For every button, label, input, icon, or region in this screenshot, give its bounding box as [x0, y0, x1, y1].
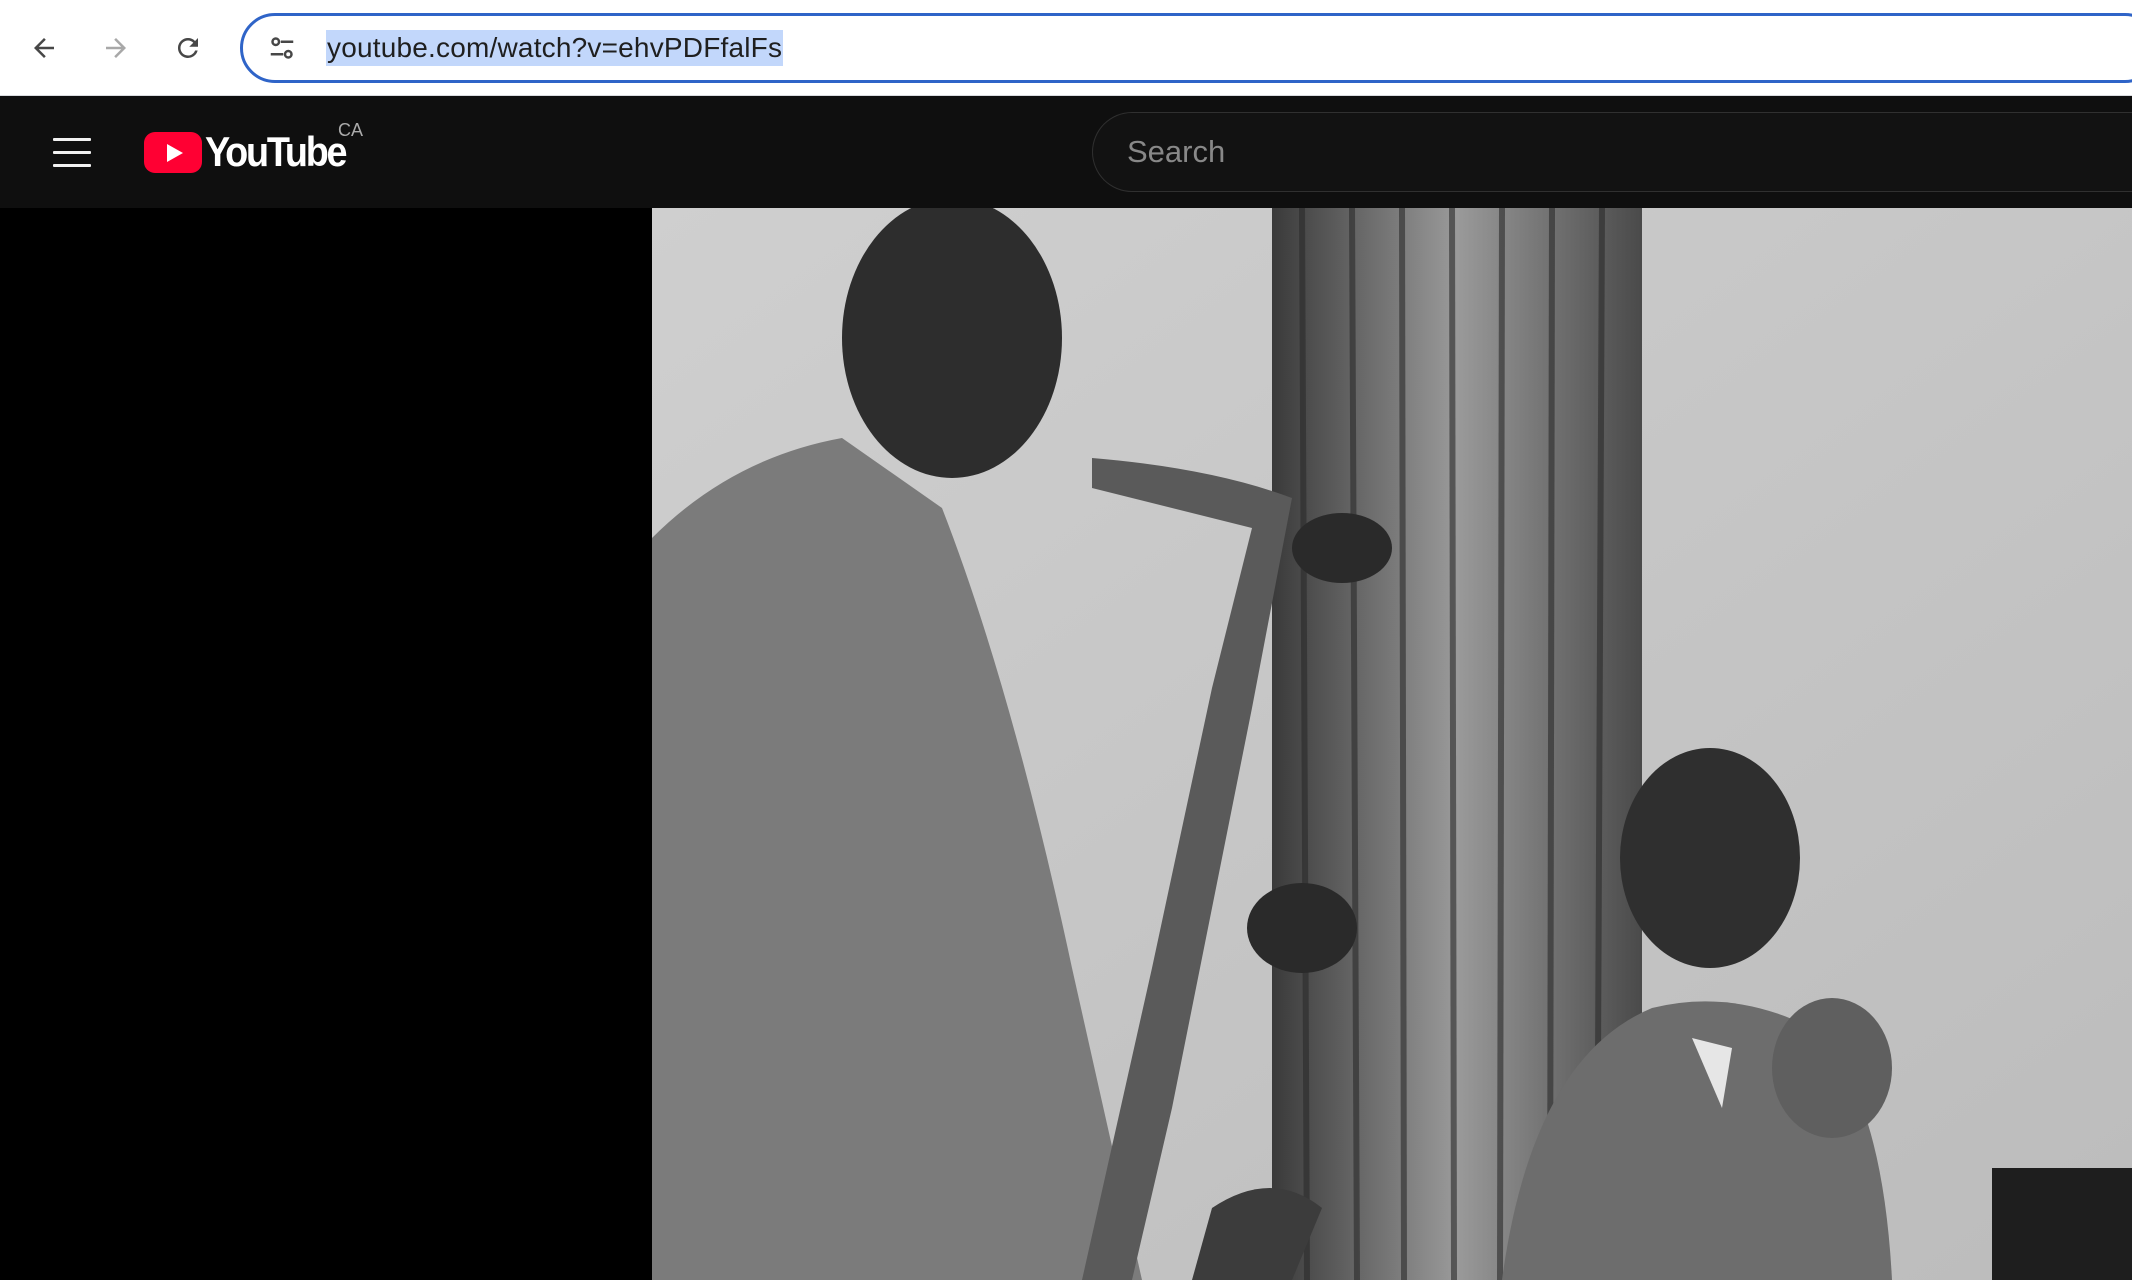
country-code: CA: [338, 120, 364, 140]
forward-button[interactable]: [92, 24, 140, 72]
video-player[interactable]: [0, 208, 2132, 1280]
reload-icon: [177, 37, 198, 58]
reload-button[interactable]: [164, 24, 212, 72]
hamburger-menu-icon[interactable]: [40, 122, 104, 182]
site-info-button[interactable]: [252, 18, 312, 78]
browser-toolbar: youtube.com/watch?v=ehvPDFfalFs: [0, 0, 2132, 96]
youtube-logo[interactable]: YouTube: [144, 126, 361, 178]
video-frame[interactable]: [652, 208, 2132, 1280]
menu-line: [53, 163, 91, 167]
youtube-masthead: YouTube CA: [0, 96, 2132, 208]
search-input[interactable]: [1127, 127, 2027, 177]
address-bar[interactable]: youtube.com/watch?v=ehvPDFfalFs: [240, 13, 2132, 83]
arrow-right-icon: [106, 38, 126, 58]
menu-line: [53, 150, 91, 154]
video-still-image: [652, 208, 2132, 1280]
menu-line: [53, 137, 91, 141]
url-text[interactable]: youtube.com/watch?v=ehvPDFfalFs: [326, 30, 784, 66]
search-box[interactable]: [1092, 112, 2132, 192]
youtube-wordmark: YouTube: [205, 128, 348, 175]
arrow-left-icon: [34, 38, 54, 58]
youtube-play-logo-icon: [144, 131, 202, 173]
back-button[interactable]: [20, 24, 68, 72]
tune-icon: [270, 37, 294, 59]
